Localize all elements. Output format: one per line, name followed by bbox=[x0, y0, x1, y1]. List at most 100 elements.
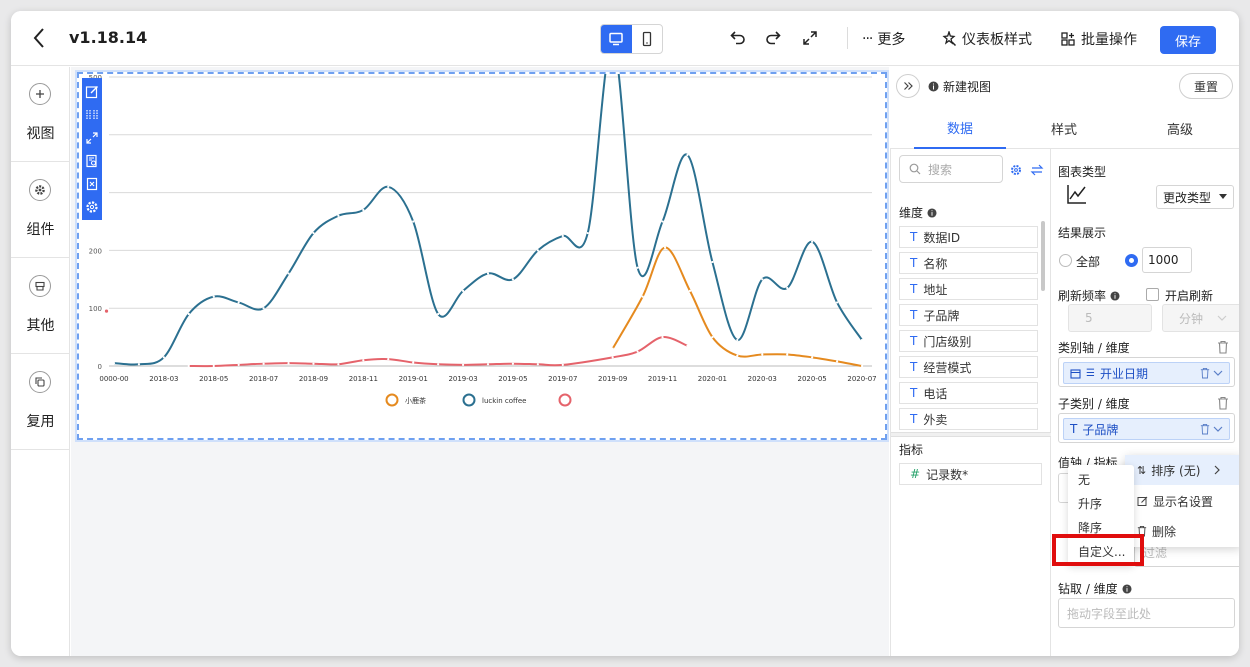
back-button[interactable] bbox=[29, 25, 51, 51]
x-tick-label: 2019-05 bbox=[498, 375, 527, 383]
data-point bbox=[312, 362, 315, 365]
category-field-pill[interactable]: ☰ 开业日期 bbox=[1063, 362, 1230, 384]
view-data-icon[interactable] bbox=[84, 153, 100, 169]
tab-data[interactable]: 数据 bbox=[914, 107, 1006, 149]
enable-refresh-checkbox[interactable] bbox=[1146, 288, 1159, 301]
rail-item-component[interactable]: 组件 bbox=[11, 163, 70, 258]
chevron-down-icon[interactable] bbox=[1213, 423, 1223, 435]
rail-item-view[interactable]: 视图 bbox=[11, 67, 70, 162]
dimension-list: T 数据ID T 名称 T 地址 T 子品牌 T 门店级别 T 经营模式 T 电话 T 外卖 bbox=[899, 226, 1038, 434]
dimension-item[interactable]: T 门店级别 bbox=[899, 330, 1038, 352]
data-point bbox=[412, 220, 415, 223]
batch-operation-label: 批量操作 bbox=[1081, 32, 1137, 48]
edit-icon[interactable] bbox=[84, 84, 100, 100]
device-toggle bbox=[600, 24, 663, 54]
data-point bbox=[486, 272, 490, 275]
trash-icon[interactable] bbox=[1200, 423, 1210, 435]
chart-widget[interactable]: 01002003004005000000-002018-032018-05201… bbox=[75, 70, 889, 442]
y-tick-label: 0 bbox=[98, 363, 102, 371]
tab-advanced[interactable]: 高级 bbox=[1134, 107, 1226, 149]
top-header: v1.18.14 ··· 更多 仪表板样式 批量操作 保存 bbox=[11, 11, 1239, 66]
batch-operation-button[interactable]: 批量操作 bbox=[1060, 28, 1137, 50]
drill-dropzone[interactable]: 拖动字段至此处 bbox=[1058, 598, 1235, 628]
sort-option-asc[interactable]: 升序 bbox=[1068, 491, 1134, 515]
number-type-icon: # bbox=[910, 467, 921, 481]
drill-placeholder: 拖动字段至此处 bbox=[1067, 606, 1152, 621]
undo-button[interactable] bbox=[728, 28, 748, 48]
subcategory-dropzone[interactable]: T 子品牌 bbox=[1058, 413, 1235, 443]
dashboard-style-button[interactable]: 仪表板样式 bbox=[941, 28, 1032, 50]
panel-resize-handle[interactable] bbox=[891, 432, 1052, 437]
dimension-item[interactable]: T 数据ID bbox=[899, 226, 1038, 248]
subcategory-field-pill[interactable]: T 子品牌 bbox=[1063, 418, 1230, 440]
refresh-unit-select[interactable]: 分钟 bbox=[1162, 304, 1239, 332]
expand-icon[interactable] bbox=[84, 130, 100, 146]
display-name-menu-item[interactable]: 显示名设置 bbox=[1125, 486, 1239, 516]
sort-menu-item[interactable]: ⇅ 排序 (无) bbox=[1125, 455, 1239, 485]
limit-results-radio[interactable] bbox=[1125, 254, 1138, 267]
settings-icon[interactable] bbox=[84, 199, 100, 215]
legend-label: luckin coffee bbox=[482, 397, 526, 405]
reset-button[interactable]: 重置 bbox=[1179, 73, 1233, 99]
dimension-name: 门店级别 bbox=[923, 334, 972, 349]
collapse-panel-button[interactable] bbox=[896, 74, 920, 98]
enable-refresh-label: 开启刷新 bbox=[1165, 289, 1214, 303]
view-name: 新建视图 bbox=[928, 78, 991, 95]
metric-name: 记录数* bbox=[926, 467, 969, 482]
mobile-view-button[interactable] bbox=[632, 25, 663, 53]
save-button[interactable]: 保存 bbox=[1160, 26, 1216, 54]
text-type-icon: T bbox=[910, 282, 918, 296]
x-tick-label: 2020-07 bbox=[847, 375, 876, 383]
chevron-down-icon[interactable] bbox=[1213, 367, 1223, 379]
y-tick-label: 200 bbox=[89, 247, 102, 255]
metric-item[interactable]: # 记录数* bbox=[899, 463, 1042, 485]
x-tick-label: 2018-11 bbox=[349, 375, 378, 383]
dimension-item[interactable]: T 电话 bbox=[899, 382, 1038, 404]
gear-icon[interactable] bbox=[1009, 163, 1023, 177]
data-point bbox=[636, 350, 639, 353]
field-search-input[interactable]: 搜索 bbox=[899, 155, 1003, 183]
trash-icon[interactable] bbox=[1217, 340, 1229, 354]
trash-icon[interactable] bbox=[1217, 396, 1229, 410]
trash-icon[interactable] bbox=[1200, 367, 1210, 379]
text-type-icon: T bbox=[1070, 422, 1078, 436]
export-icon[interactable] bbox=[84, 176, 100, 192]
all-results-radio[interactable] bbox=[1059, 254, 1072, 267]
legend-marker bbox=[558, 393, 572, 407]
data-point bbox=[711, 336, 714, 339]
dimension-item[interactable]: T 地址 bbox=[899, 278, 1038, 300]
sort-option-none[interactable]: 无 bbox=[1068, 467, 1134, 491]
refresh-frequency-text: 刷新频率 bbox=[1058, 289, 1107, 303]
column-select-icon[interactable] bbox=[84, 107, 100, 123]
dimension-item[interactable]: T 名称 bbox=[899, 252, 1038, 274]
refresh-interval-input[interactable]: 5 bbox=[1068, 304, 1152, 332]
category-axis-dropzone[interactable]: ☰ 开业日期 bbox=[1058, 357, 1235, 387]
pill-tools bbox=[1200, 423, 1223, 435]
dimension-item[interactable]: T 子品牌 bbox=[899, 304, 1038, 326]
rail-item-other[interactable]: 其他 bbox=[11, 259, 70, 354]
swap-icon[interactable] bbox=[1030, 163, 1044, 177]
pill-tools bbox=[1200, 367, 1223, 379]
legend-marker bbox=[462, 393, 476, 407]
more-button[interactable]: ··· 更多 bbox=[862, 28, 905, 50]
category-axis-label: 类别轴 / 维度 bbox=[1058, 341, 1130, 355]
dimension-item[interactable]: T 外卖 bbox=[899, 408, 1038, 430]
dimension-item[interactable]: T 经营模式 bbox=[899, 356, 1038, 378]
subcategory-label: 子类别 / 维度 bbox=[1058, 397, 1130, 411]
tab-style[interactable]: 样式 bbox=[1018, 107, 1110, 149]
result-count-input[interactable]: 1000 bbox=[1142, 247, 1192, 273]
fullscreen-button[interactable] bbox=[800, 28, 820, 48]
x-tick-label: 2018-09 bbox=[299, 375, 328, 383]
data-point bbox=[112, 362, 116, 365]
dimension-scrollbar[interactable] bbox=[1041, 221, 1045, 291]
data-point bbox=[641, 295, 644, 298]
data-point bbox=[761, 278, 764, 281]
rail-item-reuse[interactable]: 复用 bbox=[11, 355, 70, 450]
chart-type-label: 图表类型 bbox=[1058, 165, 1107, 179]
chevron-left-icon bbox=[33, 28, 44, 48]
data-point bbox=[162, 356, 165, 359]
redo-button[interactable] bbox=[763, 28, 783, 48]
x-tick-label: 2019-09 bbox=[598, 375, 627, 383]
desktop-view-button[interactable] bbox=[601, 25, 632, 53]
change-type-select[interactable]: 更改类型 bbox=[1156, 185, 1234, 209]
